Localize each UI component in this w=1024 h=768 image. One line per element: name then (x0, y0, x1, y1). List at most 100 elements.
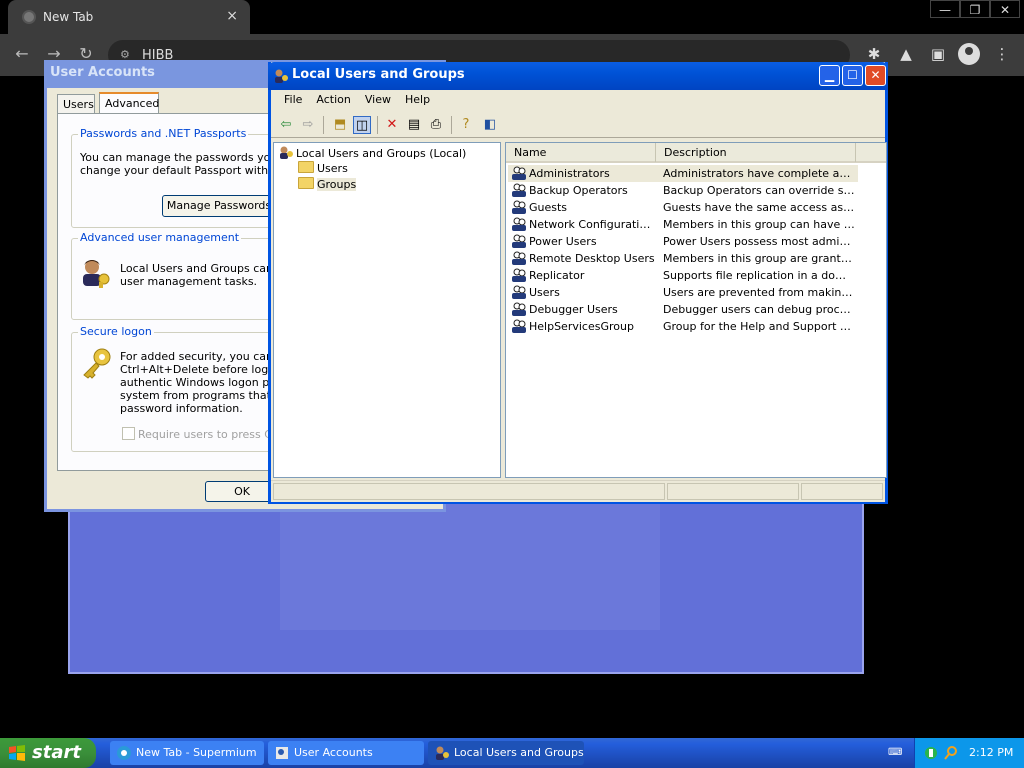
table-row[interactable]: Guests Guests have the same access as me.… (508, 199, 858, 216)
group-name: Power Users (529, 235, 597, 248)
group-name: Network Configuration ... (529, 218, 657, 231)
group-icon (512, 183, 526, 197)
table-row[interactable]: HelpServicesGroup Group for the Help and … (508, 318, 858, 335)
tree-item-groups-label: Groups (317, 178, 357, 191)
group-description: Administrators have complete and u... (663, 167, 855, 180)
column-name[interactable]: Name (506, 143, 656, 162)
lug-title-bar[interactable]: Local Users and Groups ▁ ☐ ✕ (268, 62, 888, 90)
taskbar-item-user-accounts[interactable]: User Accounts (268, 741, 424, 765)
tree-root[interactable]: Local Users and Groups (Local) (278, 145, 466, 160)
browser-tab[interactable]: New Tab × (8, 0, 250, 34)
tree-root-label: Local Users and Groups (Local) (296, 147, 467, 160)
toolbar-separator (377, 116, 378, 134)
column-description[interactable]: Description (656, 143, 856, 162)
group-icon (512, 302, 526, 316)
network-icon[interactable] (923, 745, 939, 761)
menu-action[interactable]: Action (309, 90, 357, 110)
tab-close-icon[interactable]: × (226, 8, 238, 24)
table-row[interactable]: Replicator Supports file replication in a… (508, 267, 858, 284)
taskbar-item-browser[interactable]: New Tab - Supermium (110, 741, 264, 765)
start-button[interactable]: start (0, 738, 96, 768)
passports-group-title: Passwords and .NET Passports (78, 127, 249, 140)
extensions-icon[interactable]: ✱ (864, 45, 884, 63)
group-name: Administrators (529, 167, 610, 180)
users-groups-app-icon (275, 69, 288, 83)
group-icon (512, 319, 526, 333)
table-row[interactable]: Users Users are prevented from making ac.… (508, 284, 858, 301)
forward-arrow-icon[interactable]: ⇨ (299, 116, 317, 134)
group-icon (512, 285, 526, 299)
restore-button[interactable]: ❐ (960, 0, 990, 18)
side-panel-icon[interactable]: ▣ (928, 45, 948, 63)
require-ctrl-alt-del-checkbox[interactable] (122, 427, 135, 440)
up-folder-icon[interactable]: ⬒ (331, 116, 349, 134)
group-name: Guests (529, 201, 568, 214)
xp-desktop-area (68, 498, 864, 674)
group-description: Backup Operators can override secu... (663, 184, 855, 197)
group-icon (512, 200, 526, 214)
taskbar-item-lug[interactable]: Local Users and Groups (428, 741, 584, 765)
user-accounts-icon (276, 747, 288, 759)
table-row[interactable]: Power Users Power Users possess most admi… (508, 233, 858, 250)
menu-view[interactable]: View (358, 90, 398, 110)
lug-minimize-button[interactable]: ▁ (819, 65, 840, 86)
manage-passwords-button[interactable]: Manage Passwords (162, 195, 276, 217)
start-label: start (32, 742, 81, 763)
users-groups-icon (436, 746, 449, 760)
show-hide-tree-icon[interactable]: ◫ (353, 116, 371, 134)
table-row[interactable]: Administrators Administrators have comple… (508, 165, 858, 182)
properties-icon[interactable]: ▤ (405, 116, 423, 134)
status-cell-end (801, 483, 883, 500)
passports-text-line1: You can manage the passwords you ha (80, 151, 295, 164)
secure-logon-line1: For added security, you can re (120, 350, 288, 363)
browser-tab-strip: New Tab × — ❐ ✕ (0, 0, 1024, 34)
folder-icon (298, 161, 314, 173)
open-folder-icon (298, 177, 314, 189)
tab-advanced[interactable]: Advanced (99, 92, 159, 115)
table-row[interactable]: Network Configuration ... Members in this… (508, 216, 858, 233)
toolbar-separator (323, 116, 324, 134)
desktop-backdrop (280, 500, 660, 630)
menu-file[interactable]: File (277, 90, 309, 110)
back-arrow-icon[interactable]: ⇦ (277, 116, 295, 134)
group-description: Members in this group can have som... (663, 218, 855, 231)
tree-item-users[interactable]: Users (298, 161, 348, 175)
export-list-icon[interactable]: ⎙ (427, 116, 445, 134)
group-name: HelpServicesGroup (529, 320, 634, 333)
help-icon[interactable]: ? (457, 116, 475, 134)
minimize-button[interactable]: — (930, 0, 960, 18)
keyboard-icon[interactable]: ⌨ (888, 747, 902, 759)
toolbar-separator (451, 116, 452, 134)
status-cell-main (273, 483, 665, 500)
table-row[interactable]: Backup Operators Backup Operators can ove… (508, 182, 858, 199)
group-description: Debugger users can debug processe... (663, 303, 855, 316)
tab-users[interactable]: Users (57, 94, 95, 114)
labs-icon[interactable]: ▲ (896, 45, 916, 63)
taskbar-item-lug-label: Local Users and Groups (454, 746, 584, 759)
profile-icon[interactable] (958, 43, 980, 65)
close-button[interactable]: ✕ (990, 0, 1020, 18)
lug-maximize-button[interactable]: ☐ (842, 65, 863, 86)
tree-pane: Local Users and Groups (Local) Users Gro… (273, 142, 501, 478)
group-icon (512, 166, 526, 180)
group-icon (512, 217, 526, 231)
system-tray: 2:12 PM (914, 738, 1024, 768)
delete-icon[interactable]: ✕ (383, 116, 401, 134)
browser-window-controls: — ❐ ✕ (930, 0, 1020, 18)
tree-item-groups[interactable]: Groups (298, 177, 357, 191)
users-keys-icon (83, 260, 110, 288)
group-name: Users (529, 286, 560, 299)
action-pane-icon[interactable]: ◧ (481, 116, 499, 134)
search-icon[interactable] (943, 745, 959, 761)
group-description: Users are prevented from making ac... (663, 286, 855, 299)
taskbar-item-user-accounts-label: User Accounts (294, 746, 373, 759)
taskbar-item-browser-label: New Tab - Supermium (136, 746, 257, 759)
back-button[interactable]: ← (12, 44, 32, 63)
table-row[interactable]: Remote Desktop Users Members in this grou… (508, 250, 858, 267)
secure-logon-line2: Ctrl+Alt+Delete before logging (120, 363, 293, 376)
menu-icon[interactable]: ⋮ (992, 45, 1012, 63)
lug-close-button[interactable]: ✕ (865, 65, 886, 86)
menu-help[interactable]: Help (398, 90, 437, 110)
table-row[interactable]: Debugger Users Debugger users can debug p… (508, 301, 858, 318)
windows-flag-icon (9, 745, 25, 761)
